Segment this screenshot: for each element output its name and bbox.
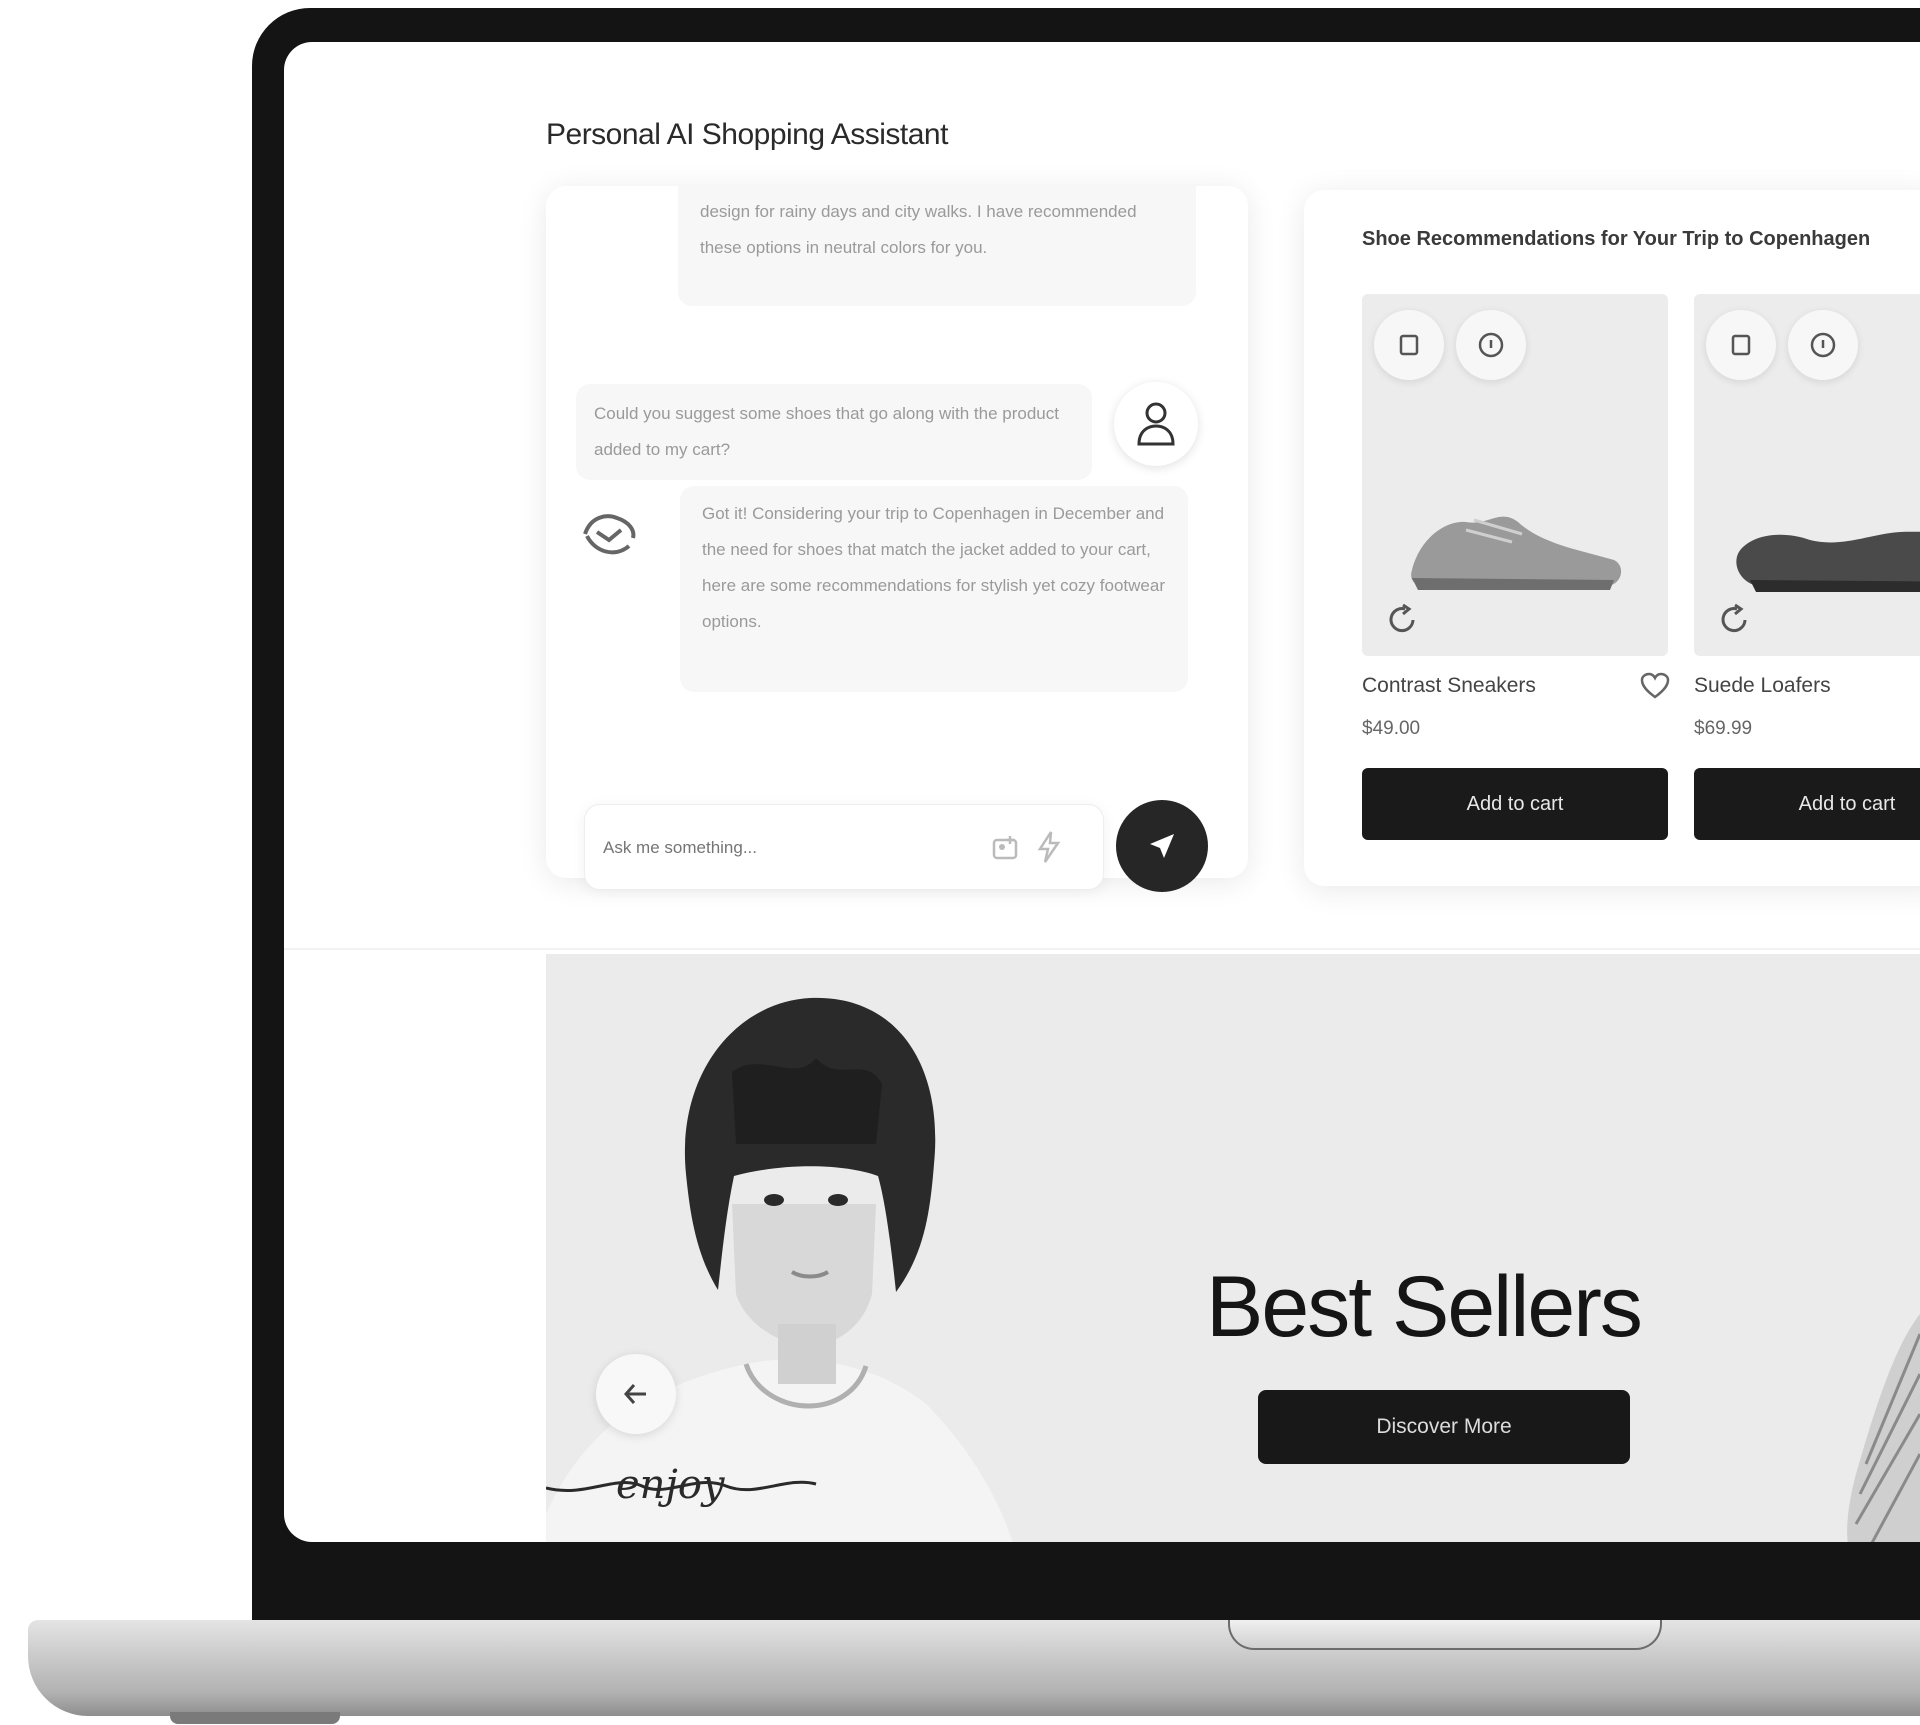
laptop-screen: Personal AI Shopping Assistant design fo…: [284, 42, 1920, 1542]
discover-more-button[interactable]: Discover More: [1258, 1390, 1630, 1464]
banner-title: Best Sellers: [1206, 1259, 1643, 1355]
assistant-message: design for rainy days and city walks. I …: [678, 186, 1196, 306]
arrow-left-icon: [623, 1384, 646, 1404]
heart-icon[interactable]: [1640, 672, 1670, 705]
product-name: Suede Loafers: [1694, 674, 1831, 697]
model-photo: [546, 997, 1013, 1542]
section-divider: [284, 948, 1920, 950]
user-message: Could you suggest some shoes that go alo…: [576, 384, 1092, 480]
send-icon: [1150, 834, 1174, 858]
second-model-photo: [1847, 1314, 1920, 1542]
chat-input-box: [584, 804, 1104, 890]
laptop-foot: [170, 1712, 340, 1724]
add-to-cart-button[interactable]: Add to cart: [1694, 768, 1920, 840]
recommendations-title: Shoe Recommendations for Your Trip to Co…: [1362, 228, 1871, 250]
rotate-icon[interactable]: [1380, 598, 1424, 642]
laptop-notch: [1228, 1620, 1662, 1650]
recommendations-panel: Shoe Recommendations for Your Trip to Co…: [1304, 190, 1920, 886]
bot-avatar: [568, 492, 652, 576]
best-sellers-banner: enjoy Best Sellers Discover More: [546, 954, 1920, 1542]
bot-icon: [583, 514, 636, 555]
shirt-print-text: enjoy: [616, 1462, 725, 1508]
product-price: $49.00: [1362, 718, 1421, 739]
user-icon: [1137, 402, 1175, 446]
product-name: Contrast Sneakers: [1362, 674, 1536, 697]
lightning-icon[interactable]: [1031, 829, 1067, 865]
image-upload-icon[interactable]: [987, 829, 1023, 865]
chat-panel: design for rainy days and city walks. I …: [546, 186, 1248, 892]
rotate-icon[interactable]: [1712, 598, 1756, 642]
banner-prev-button[interactable]: [596, 1354, 676, 1434]
assistant-message: Got it! Considering your trip to Copenha…: [680, 486, 1188, 692]
product-image[interactable]: [1694, 294, 1920, 656]
user-avatar: [1114, 382, 1198, 466]
chat-input[interactable]: [601, 827, 965, 869]
product-image[interactable]: [1362, 294, 1668, 656]
add-to-cart-button[interactable]: Add to cart: [1362, 768, 1668, 840]
product-card[interactable]: Suede Loafers $69.99 Add to cart: [1694, 294, 1920, 840]
product-card[interactable]: Contrast Sneakers $49.00 Add to cart: [1362, 294, 1670, 840]
product-price: $69.99: [1694, 718, 1753, 739]
assistant-title: Personal AI Shopping Assistant: [546, 118, 948, 151]
send-button[interactable]: [1116, 800, 1208, 892]
